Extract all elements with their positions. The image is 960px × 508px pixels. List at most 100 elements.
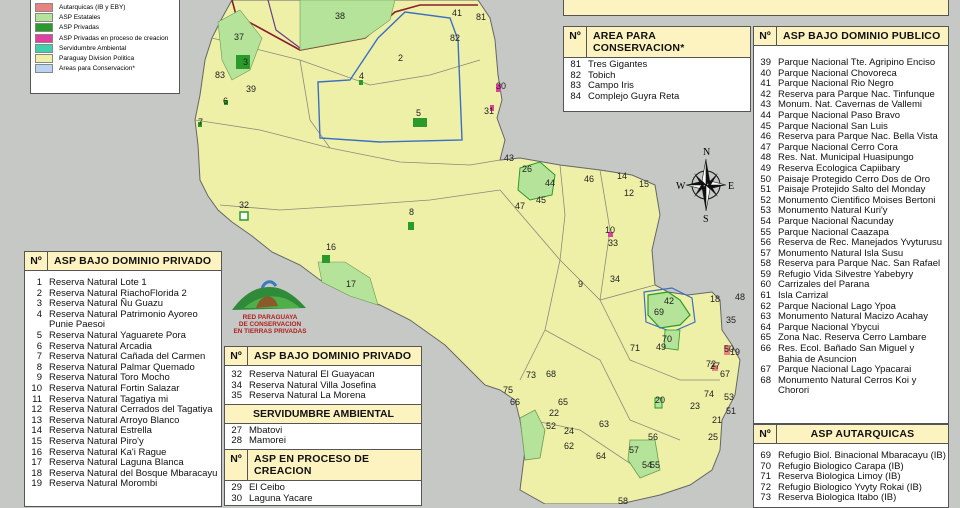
- map-area-label: 66: [510, 397, 520, 407]
- table-row: 49 Reserva Ecologica Capiibary: [754, 162, 948, 175]
- map-area-label: 9: [578, 279, 583, 289]
- area-9: [322, 255, 330, 263]
- row-name: Mamorei: [249, 435, 286, 447]
- map-area-label: 18: [710, 294, 720, 304]
- map-area-label: 22: [549, 408, 559, 418]
- row-number: 39: [760, 57, 771, 68]
- compass-s: S: [703, 214, 709, 224]
- logo-line-2: DE CONSERVACION: [238, 321, 302, 328]
- table-row: 28 Mamorei: [225, 436, 421, 447]
- row-number: 68: [760, 374, 771, 386]
- map-area-label: 17: [346, 279, 356, 289]
- map-area-label: 35: [726, 315, 736, 325]
- map-area-label: 24: [564, 426, 574, 436]
- map-area-label: 26: [522, 164, 532, 174]
- table-title: ASP BAJO DOMINIO PUBLICO: [783, 30, 941, 42]
- row-number: 3: [36, 298, 42, 310]
- table-row: 39 Parque Nacional Tte. Agripino Enciso: [754, 57, 948, 69]
- map-area-label: 12: [624, 188, 634, 198]
- map-area-label: 7: [198, 117, 203, 127]
- row-name: Reserva Natural La Morena: [249, 390, 366, 402]
- row-number: 32: [231, 369, 242, 380]
- legend-swatch: [35, 23, 53, 33]
- row-name: Tres Gigantes: [588, 59, 648, 70]
- row-name: Reserva Natural Morombi: [49, 478, 158, 490]
- map-area-label: 2: [398, 53, 403, 63]
- legend-swatch: [35, 33, 53, 43]
- table-title: ASP BAJO DOMINIO PRIVADO: [254, 350, 412, 362]
- map-area-label: 57: [629, 445, 639, 455]
- map-area-label: 71: [630, 343, 640, 353]
- legend-item: ASP Privadas en proceso de creacion: [31, 33, 179, 43]
- area-5: [413, 118, 427, 127]
- row-number: 84: [570, 90, 581, 102]
- map-area-label: 5: [416, 108, 421, 118]
- map-area-label: 38: [335, 11, 345, 21]
- row-number: [754, 386, 776, 397]
- map-area-label: 37: [234, 32, 244, 42]
- map-area-label: 75: [503, 385, 513, 395]
- row-number: 28: [231, 435, 242, 447]
- legend-item: Areas para Conservacion*: [31, 64, 179, 74]
- num-header: Nº: [225, 347, 248, 365]
- table-asp-publico: Nº ASP BAJO DOMINIO PUBLICO 39 Parque Naci…: [753, 26, 949, 424]
- map-area-label: 45: [536, 195, 546, 205]
- legend-item: Autarquicas (IB y EBY): [31, 2, 179, 12]
- map-area-label: 21: [712, 415, 722, 425]
- map-area-label: 69: [654, 307, 664, 317]
- row-number: 2: [36, 287, 42, 299]
- map-area-label: 58: [618, 496, 628, 504]
- map-area-label: 63: [599, 419, 609, 429]
- row-name: Laguna Yacare: [249, 492, 313, 504]
- table-area-conservacion: Nº AREA PARA CONSERVACION* 81 Tres Gigante…: [563, 26, 751, 112]
- num-header: Nº: [564, 27, 587, 57]
- row-name: Reserva Natural El Guayacan: [249, 369, 375, 380]
- compass-n: N: [703, 147, 710, 158]
- legend-item: Servidumbre Ambiental: [31, 43, 179, 53]
- map-area-label: 74: [704, 389, 714, 399]
- table-asp-autarquicas: Nº ASP AUTARQUICAS 69 Refugio Biol. Binaci…: [753, 424, 949, 508]
- map-area-label: 51: [726, 406, 736, 416]
- row-name: Complejo Guyra Reta: [588, 90, 680, 102]
- table-row: 19 Reserva Natural Morombi: [25, 479, 221, 490]
- map-area-label: 48: [735, 292, 745, 302]
- map-area-label: 4: [359, 71, 364, 81]
- legend-label: Paraguay Division Politica: [59, 55, 135, 63]
- map-area-label: 64: [596, 451, 606, 461]
- map-area-label: 68: [546, 369, 556, 379]
- table-row: 32 Reserva Natural El Guayacan: [225, 369, 421, 381]
- num-header: Nº: [25, 252, 48, 270]
- map-area-label: 6: [223, 96, 228, 106]
- map-area-label: 8: [409, 207, 414, 217]
- area-10: [408, 222, 414, 230]
- row-name: Reserva Natural Lote 1: [49, 277, 147, 288]
- map-area-label: 67: [720, 369, 730, 379]
- row-number: 81: [570, 59, 581, 70]
- row-number: 19: [31, 478, 42, 490]
- row-name: Chorori: [778, 385, 810, 397]
- legend-label: ASP Privadas en proceso de creacion: [59, 34, 169, 42]
- legend-item: ASP Estatales: [31, 12, 179, 22]
- map-area-label: 62: [564, 441, 574, 451]
- table-row: 30 Laguna Yacare: [225, 492, 421, 505]
- table-asp-privado: Nº ASP BAJO DOMINIO PRIVADO 1 Reserva Natu…: [24, 251, 222, 507]
- map-area-label: 31: [484, 106, 494, 116]
- row-number: 30: [231, 492, 242, 504]
- map-area-label: 83: [215, 70, 225, 80]
- row-number: 7: [36, 351, 42, 363]
- table-row: 81 Tres Gigantes: [564, 59, 750, 71]
- num-header: Nº: [225, 449, 248, 480]
- legend-item: ASP Privadas: [31, 23, 179, 33]
- table-row: Chorori: [754, 386, 948, 397]
- table-row: 73 Reserva Biologica Itabo (IB): [754, 493, 948, 504]
- compass-e: E: [728, 181, 734, 192]
- map-area-label: 41: [452, 8, 462, 18]
- row-number: 73: [760, 492, 771, 504]
- servidumbre-title: SERVIDUMBRE AMBIENTAL: [225, 403, 421, 424]
- map-legend: Autarquicas (IB y EBY) ASP Estatales ASP P…: [30, 0, 180, 94]
- map-area-label: 10: [605, 225, 615, 235]
- legend-swatch: [35, 64, 53, 74]
- row-number: 44: [760, 109, 771, 121]
- row-number: 15: [31, 435, 42, 447]
- row-name: Reserva Ecologica Capiibary: [778, 162, 900, 174]
